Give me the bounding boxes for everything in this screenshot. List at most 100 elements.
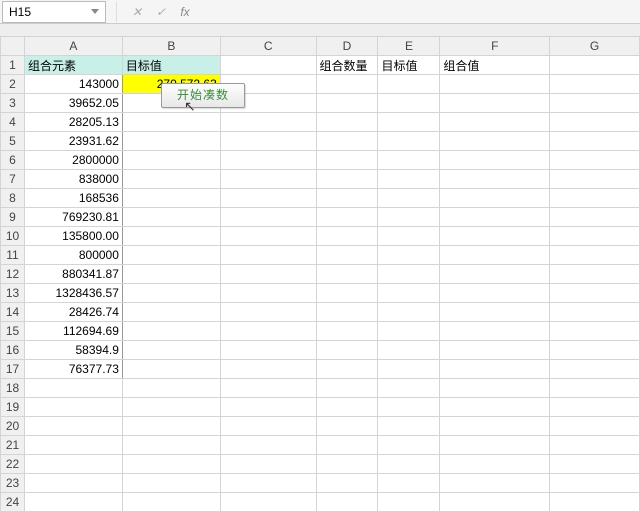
cell-G7[interactable] bbox=[550, 170, 640, 189]
row-header-9[interactable]: 9 bbox=[1, 208, 25, 227]
cell-G12[interactable] bbox=[550, 265, 640, 284]
cell-D8[interactable] bbox=[316, 189, 378, 208]
cell-D19[interactable] bbox=[316, 398, 378, 417]
cell-G13[interactable] bbox=[550, 284, 640, 303]
cell-G14[interactable] bbox=[550, 303, 640, 322]
cell-A3[interactable]: 39652.05 bbox=[24, 94, 122, 113]
row-header-10[interactable]: 10 bbox=[1, 227, 25, 246]
cell-F7[interactable] bbox=[440, 170, 550, 189]
cell-F1[interactable]: 组合值 bbox=[440, 56, 550, 75]
cell-E18[interactable] bbox=[378, 379, 440, 398]
cell-G8[interactable] bbox=[550, 189, 640, 208]
cell-C10[interactable] bbox=[220, 227, 316, 246]
col-header-E[interactable]: E bbox=[378, 37, 440, 56]
cell-E13[interactable] bbox=[378, 284, 440, 303]
cell-A22[interactable] bbox=[24, 455, 122, 474]
cell-A9[interactable]: 769230.81 bbox=[24, 208, 122, 227]
cancel-icon[interactable]: ✕ bbox=[129, 5, 145, 19]
cell-D21[interactable] bbox=[316, 436, 378, 455]
cell-B13[interactable] bbox=[122, 284, 220, 303]
cell-F2[interactable] bbox=[440, 75, 550, 94]
cell-E23[interactable] bbox=[378, 474, 440, 493]
cell-B19[interactable] bbox=[122, 398, 220, 417]
cell-E11[interactable] bbox=[378, 246, 440, 265]
row-header-18[interactable]: 18 bbox=[1, 379, 25, 398]
confirm-icon[interactable]: ✓ bbox=[153, 5, 169, 19]
row-header-17[interactable]: 17 bbox=[1, 360, 25, 379]
cell-A16[interactable]: 58394.9 bbox=[24, 341, 122, 360]
cell-C12[interactable] bbox=[220, 265, 316, 284]
cell-A24[interactable] bbox=[24, 493, 122, 512]
cell-B20[interactable] bbox=[122, 417, 220, 436]
cell-F11[interactable] bbox=[440, 246, 550, 265]
cell-C23[interactable] bbox=[220, 474, 316, 493]
cell-D16[interactable] bbox=[316, 341, 378, 360]
cell-D11[interactable] bbox=[316, 246, 378, 265]
row-header-2[interactable]: 2 bbox=[1, 75, 25, 94]
cell-A1[interactable]: 组合元素 bbox=[24, 56, 122, 75]
row-header-19[interactable]: 19 bbox=[1, 398, 25, 417]
cell-A6[interactable]: 2800000 bbox=[24, 151, 122, 170]
cell-F23[interactable] bbox=[440, 474, 550, 493]
cell-A18[interactable] bbox=[24, 379, 122, 398]
cell-E15[interactable] bbox=[378, 322, 440, 341]
cell-G18[interactable] bbox=[550, 379, 640, 398]
cell-A13[interactable]: 1328436.57 bbox=[24, 284, 122, 303]
cell-B15[interactable] bbox=[122, 322, 220, 341]
cell-G5[interactable] bbox=[550, 132, 640, 151]
cell-D13[interactable] bbox=[316, 284, 378, 303]
cell-G20[interactable] bbox=[550, 417, 640, 436]
row-header-15[interactable]: 15 bbox=[1, 322, 25, 341]
cell-D1[interactable]: 组合数量 bbox=[316, 56, 378, 75]
cell-B18[interactable] bbox=[122, 379, 220, 398]
cell-A19[interactable] bbox=[24, 398, 122, 417]
cell-A17[interactable]: 76377.73 bbox=[24, 360, 122, 379]
cell-B7[interactable] bbox=[122, 170, 220, 189]
cell-D22[interactable] bbox=[316, 455, 378, 474]
cell-F6[interactable] bbox=[440, 151, 550, 170]
cell-C13[interactable] bbox=[220, 284, 316, 303]
row-header-12[interactable]: 12 bbox=[1, 265, 25, 284]
row-header-21[interactable]: 21 bbox=[1, 436, 25, 455]
cell-E14[interactable] bbox=[378, 303, 440, 322]
cell-A10[interactable]: 135800.00 bbox=[24, 227, 122, 246]
cell-F4[interactable] bbox=[440, 113, 550, 132]
cell-G22[interactable] bbox=[550, 455, 640, 474]
row-header-4[interactable]: 4 bbox=[1, 113, 25, 132]
cell-A21[interactable] bbox=[24, 436, 122, 455]
cell-E7[interactable] bbox=[378, 170, 440, 189]
cell-E21[interactable] bbox=[378, 436, 440, 455]
row-header-3[interactable]: 3 bbox=[1, 94, 25, 113]
cell-B16[interactable] bbox=[122, 341, 220, 360]
cell-B5[interactable] bbox=[122, 132, 220, 151]
cell-E9[interactable] bbox=[378, 208, 440, 227]
cell-F16[interactable] bbox=[440, 341, 550, 360]
cell-D20[interactable] bbox=[316, 417, 378, 436]
cell-F19[interactable] bbox=[440, 398, 550, 417]
cell-B21[interactable] bbox=[122, 436, 220, 455]
col-header-B[interactable]: B bbox=[122, 37, 220, 56]
row-header-23[interactable]: 23 bbox=[1, 474, 25, 493]
cell-E19[interactable] bbox=[378, 398, 440, 417]
cell-D18[interactable] bbox=[316, 379, 378, 398]
fx-icon[interactable]: fx bbox=[177, 5, 193, 19]
cell-A14[interactable]: 28426.74 bbox=[24, 303, 122, 322]
cell-F9[interactable] bbox=[440, 208, 550, 227]
cell-D7[interactable] bbox=[316, 170, 378, 189]
cell-A20[interactable] bbox=[24, 417, 122, 436]
cell-A23[interactable] bbox=[24, 474, 122, 493]
row-header-13[interactable]: 13 bbox=[1, 284, 25, 303]
cell-B17[interactable] bbox=[122, 360, 220, 379]
cell-G21[interactable] bbox=[550, 436, 640, 455]
cell-G16[interactable] bbox=[550, 341, 640, 360]
row-header-6[interactable]: 6 bbox=[1, 151, 25, 170]
col-header-D[interactable]: D bbox=[316, 37, 378, 56]
cell-C4[interactable] bbox=[220, 113, 316, 132]
cell-F15[interactable] bbox=[440, 322, 550, 341]
row-header-7[interactable]: 7 bbox=[1, 170, 25, 189]
row-header-24[interactable]: 24 bbox=[1, 493, 25, 512]
cell-F13[interactable] bbox=[440, 284, 550, 303]
cell-E17[interactable] bbox=[378, 360, 440, 379]
cell-C14[interactable] bbox=[220, 303, 316, 322]
row-header-1[interactable]: 1 bbox=[1, 56, 25, 75]
